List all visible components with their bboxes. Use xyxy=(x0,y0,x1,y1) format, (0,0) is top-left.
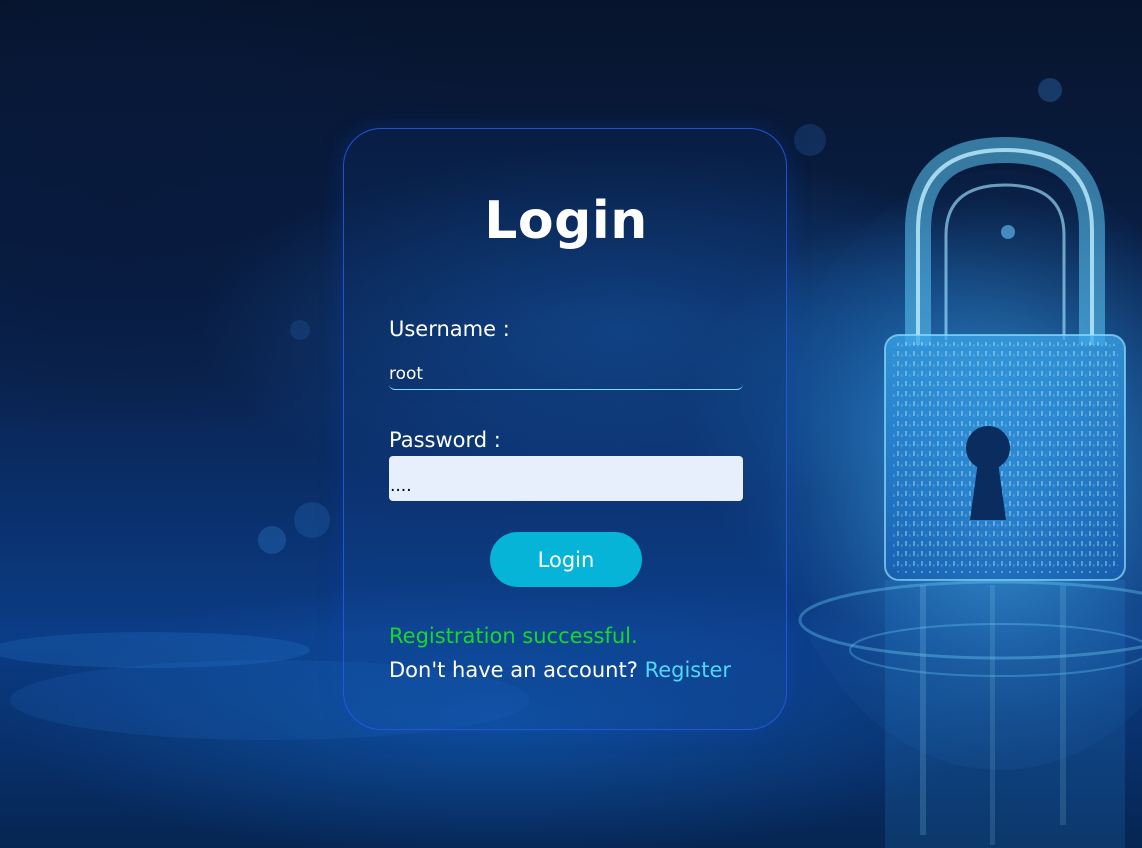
login-card: Login Username : Password : Login Regist… xyxy=(343,128,787,730)
password-input[interactable] xyxy=(389,456,743,501)
register-link[interactable]: Register xyxy=(645,658,731,682)
username-label: Username : xyxy=(389,317,510,341)
password-label: Password : xyxy=(389,428,501,452)
login-title: Login xyxy=(484,191,648,251)
register-prompt-text: Don't have an account? xyxy=(389,658,638,682)
username-input[interactable] xyxy=(389,359,743,390)
padlock-icon xyxy=(884,136,1126,848)
login-button[interactable]: Login xyxy=(490,532,642,587)
status-message: Registration successful. xyxy=(389,624,638,648)
register-prompt-line: Don't have an account? Register xyxy=(389,656,731,684)
login-page: Login Username : Password : Login Regist… xyxy=(0,0,1142,848)
